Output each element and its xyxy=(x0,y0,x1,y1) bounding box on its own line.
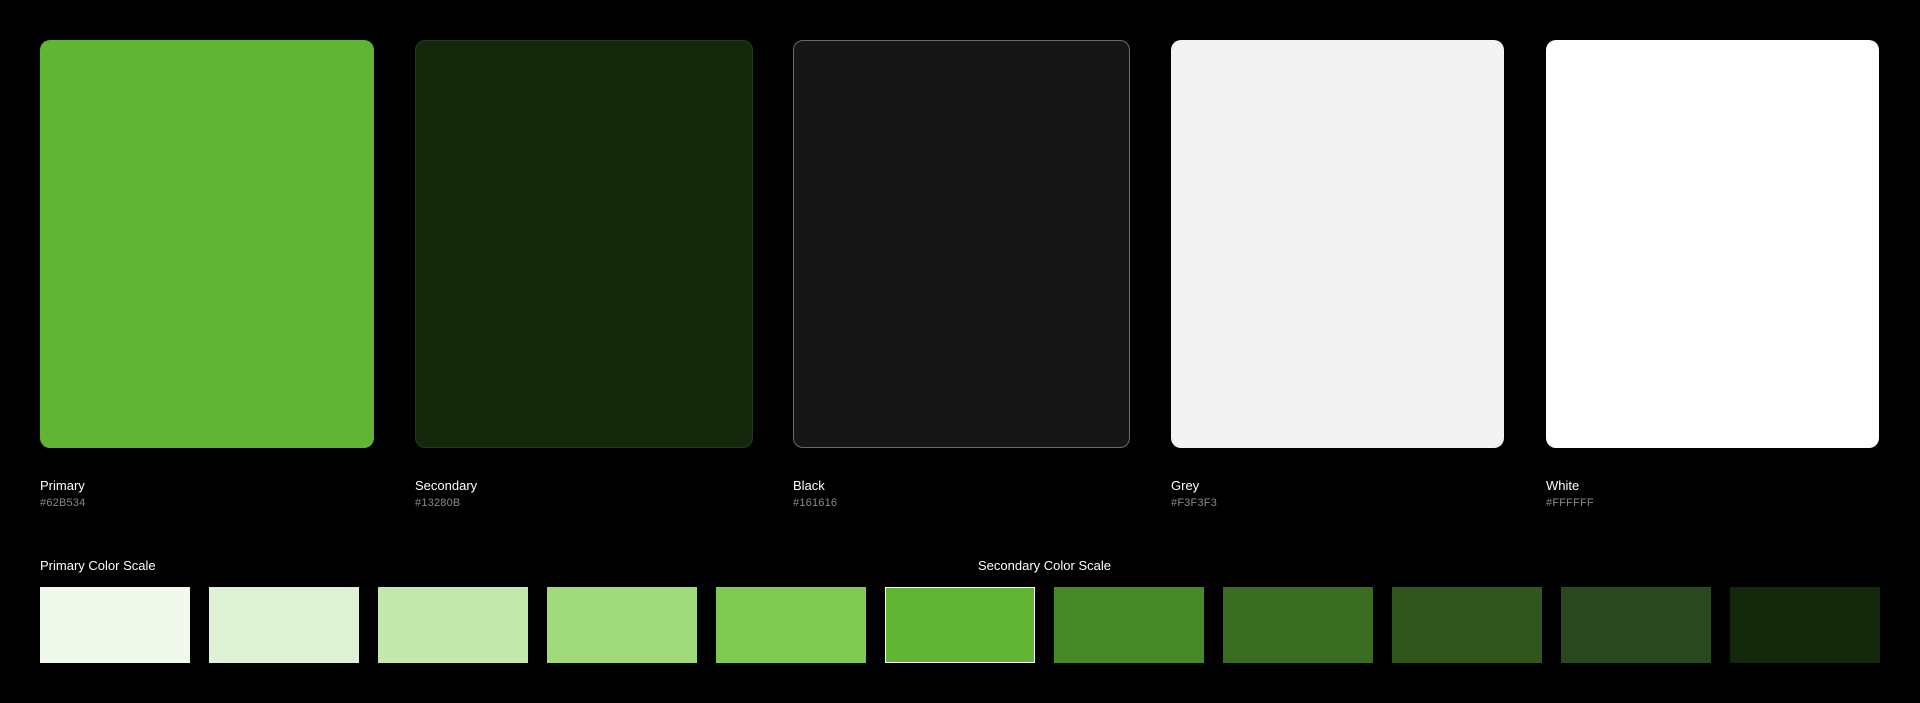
scale-chip-9[interactable] xyxy=(1392,587,1542,663)
scale-chip-8[interactable] xyxy=(1223,587,1373,663)
secondary-scale-title: Secondary Color Scale xyxy=(978,558,1111,573)
scale-chip-4[interactable] xyxy=(547,587,697,663)
scale-chip-5[interactable] xyxy=(716,587,866,663)
swatch-grey-name: Grey xyxy=(1171,478,1200,493)
swatch-black[interactable] xyxy=(793,40,1130,448)
scale-chip-10[interactable] xyxy=(1561,587,1711,663)
swatch-primary-hex: #62B534 xyxy=(40,497,86,509)
swatch-primary[interactable] xyxy=(40,40,374,448)
scale-chip-2[interactable] xyxy=(209,587,359,663)
scale-chip-11[interactable] xyxy=(1730,587,1880,663)
swatch-white[interactable] xyxy=(1546,40,1879,448)
scale-chip-7[interactable] xyxy=(1054,587,1204,663)
scale-chip-3[interactable] xyxy=(378,587,528,663)
swatch-secondary-name: Secondary xyxy=(415,478,478,493)
swatch-primary-name: Primary xyxy=(40,478,85,493)
swatch-white-name: White xyxy=(1546,478,1580,493)
swatch-grey-hex: #F3F3F3 xyxy=(1171,497,1218,509)
scale-chip-6[interactable] xyxy=(885,587,1035,663)
primary-scale-title: Primary Color Scale xyxy=(40,558,156,573)
swatch-secondary-hex: #13280B xyxy=(415,497,461,509)
swatch-black-name: Black xyxy=(793,478,825,493)
swatch-white-hex: #FFFFFF xyxy=(1546,497,1594,509)
swatch-black-hex: #161616 xyxy=(793,497,838,509)
scale-chip-1[interactable] xyxy=(40,587,190,663)
swatch-secondary[interactable] xyxy=(415,40,753,448)
swatch-grey[interactable] xyxy=(1171,40,1504,448)
